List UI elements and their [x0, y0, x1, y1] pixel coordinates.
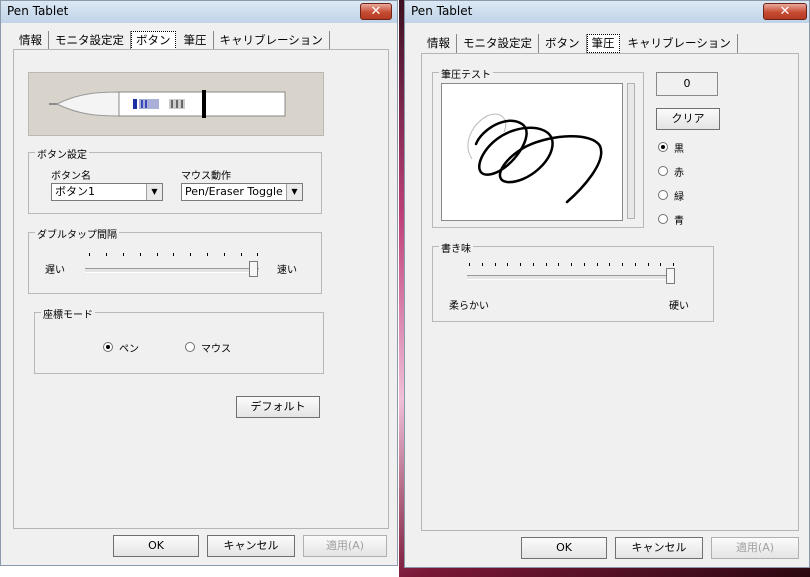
tab-button[interactable]: ボタン — [131, 31, 176, 50]
ok-button[interactable]: OK — [521, 537, 607, 559]
radio-green-label: 緑 — [674, 192, 684, 203]
radio-blue[interactable] — [658, 214, 668, 224]
fast-label: 速い — [277, 265, 297, 276]
radio-red[interactable] — [658, 166, 668, 176]
tab-calibration[interactable]: キャリブレーション — [621, 34, 738, 53]
radio-blue-label: 青 — [674, 216, 684, 227]
cancel-button[interactable]: キャンセル — [615, 537, 703, 559]
tab-info[interactable]: 情報 — [421, 34, 457, 53]
right-titlebar: Pen Tablet ✕ — [405, 1, 809, 23]
clear-button[interactable]: クリア — [656, 108, 720, 130]
double-tap-ticks — [89, 253, 258, 257]
left-window: Pen Tablet ✕ 情報 モニタ設定定 ボタン 筆圧 キャリブレーション — [0, 0, 398, 566]
double-tap-label: ダブルタップ間隔 — [35, 226, 119, 241]
chevron-down-icon[interactable]: ▼ — [286, 184, 302, 200]
radio-mouse-label: マウス — [201, 344, 231, 355]
pressure-value: 0 — [656, 72, 718, 96]
pressure-test-group: 筆圧テスト — [432, 66, 644, 228]
tab-info[interactable]: 情報 — [13, 31, 49, 50]
feel-label: 書き味 — [439, 240, 473, 255]
tab-button[interactable]: ボタン — [539, 34, 587, 53]
mouse-action-label: マウス動作 — [181, 171, 231, 182]
double-tap-group: ダブルタップ間隔 遅い 速い — [28, 226, 322, 294]
double-tap-slider[interactable] — [249, 261, 258, 277]
left-window-title: Pen Tablet — [7, 4, 69, 18]
apply-button[interactable]: 適用(A) — [711, 537, 799, 559]
default-button[interactable]: デフォルト — [236, 396, 320, 418]
tab-pressure[interactable]: 筆圧 — [586, 34, 620, 53]
coord-mode-group: 座標モード ペン マウス — [34, 306, 324, 374]
button-name-select[interactable]: ボタン1 ▼ — [51, 183, 163, 201]
pressure-test-label: 筆圧テスト — [439, 66, 493, 81]
right-tab-panel: 筆圧テスト 0 クリア 黒 赤 緑 青 書き味 柔らかい 硬い — [421, 53, 799, 531]
right-close-icon[interactable]: ✕ — [763, 3, 807, 20]
radio-green[interactable] — [658, 190, 668, 200]
left-close-icon[interactable]: ✕ — [360, 3, 392, 20]
drawing-canvas[interactable] — [441, 83, 623, 221]
apply-button[interactable]: 適用(A) — [303, 535, 387, 557]
right-tab-strip: 情報 モニタ設定定 ボタン 筆圧 キャリブレーション — [421, 34, 738, 53]
tab-calibration[interactable]: キャリブレーション — [213, 31, 330, 50]
right-window: Pen Tablet ✕ 情報 モニタ設定定 ボタン 筆圧 キャリブレーション … — [404, 0, 810, 568]
mouse-action-select[interactable]: Pen/Eraser Toggle ▼ — [181, 183, 303, 201]
button-settings-label: ボタン設定 — [35, 146, 89, 161]
slow-label: 遅い — [45, 265, 65, 276]
canvas-scrollbar[interactable] — [627, 83, 635, 219]
radio-pen[interactable] — [103, 342, 113, 352]
button-settings-group: ボタン設定 ボタン名 ボタン1 ▼ マウス動作 Pen/Eraser Toggl… — [28, 146, 322, 214]
tab-monitor[interactable]: モニタ設定定 — [457, 34, 539, 53]
left-titlebar: Pen Tablet ✕ — [1, 1, 397, 23]
button-name-label: ボタン名 — [51, 171, 91, 182]
chevron-down-icon[interactable]: ▼ — [146, 184, 162, 200]
left-tab-strip: 情報 モニタ設定定 ボタン 筆圧 キャリブレーション — [13, 31, 330, 50]
feel-track — [467, 275, 675, 280]
radio-pen-label: ペン — [119, 344, 139, 355]
radio-black[interactable] — [658, 142, 668, 152]
feel-ticks — [469, 263, 674, 267]
feel-slider[interactable] — [666, 268, 675, 284]
right-window-title: Pen Tablet — [411, 4, 473, 18]
radio-red-label: 赤 — [674, 168, 684, 179]
pen-image — [28, 72, 324, 136]
radio-mouse[interactable] — [185, 342, 195, 352]
tab-monitor[interactable]: モニタ設定定 — [49, 31, 131, 50]
ok-button[interactable]: OK — [113, 535, 199, 557]
button-name-value: ボタン1 — [55, 185, 95, 198]
mouse-action-value: Pen/Eraser Toggle — [185, 185, 283, 198]
coord-mode-label: 座標モード — [41, 306, 95, 321]
cancel-button[interactable]: キャンセル — [207, 535, 295, 557]
double-tap-track — [85, 268, 259, 273]
left-tab-panel: ボタン設定 ボタン名 ボタン1 ▼ マウス動作 Pen/Eraser Toggl… — [13, 49, 389, 529]
tab-pressure[interactable]: 筆圧 — [177, 31, 214, 50]
radio-black-label: 黒 — [674, 144, 684, 155]
hard-label: 硬い — [669, 301, 689, 312]
feel-group: 書き味 柔らかい 硬い — [432, 240, 714, 322]
soft-label: 柔らかい — [449, 301, 489, 312]
